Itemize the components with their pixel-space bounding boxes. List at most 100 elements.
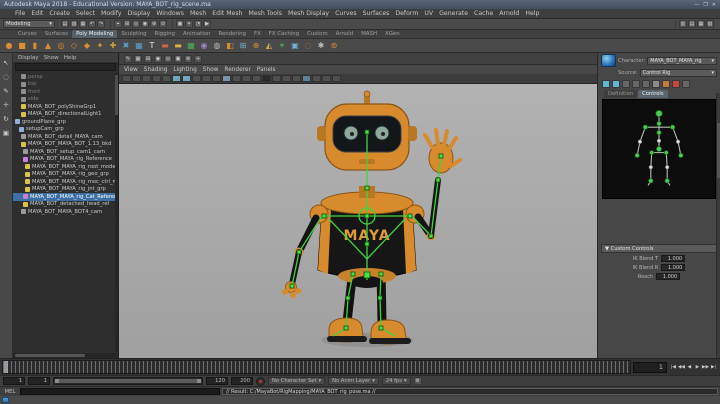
secondary-icon[interactable]: ◎ xyxy=(164,55,172,63)
panel-menu-item[interactable]: Panels xyxy=(257,67,276,73)
secondary-icon[interactable]: ✛ xyxy=(194,55,202,63)
viewport-toolbar-icon[interactable] xyxy=(122,75,131,82)
character-map[interactable] xyxy=(602,99,716,199)
shelf-tab[interactable]: Curves xyxy=(14,30,41,38)
panel-menu-item[interactable]: Shading xyxy=(144,67,168,73)
quad-draw[interactable]: ▦ xyxy=(185,40,197,52)
menu-item[interactable]: Windows xyxy=(153,10,187,17)
render-icon[interactable]: ✶ xyxy=(185,20,193,28)
anim-layer-menu[interactable]: No Anim Layer▾ xyxy=(328,377,379,385)
custom-controls-header[interactable]: ▼ Custom Controls xyxy=(601,244,717,253)
shelf-tab[interactable]: Sculpting xyxy=(117,30,150,38)
viewport-toolbar-icon[interactable] xyxy=(272,75,281,82)
multi-cut[interactable]: ◉ xyxy=(198,40,210,52)
outliner-item[interactable]: top xyxy=(13,81,118,89)
sidebar-toggle-icon[interactable]: ▤ xyxy=(688,20,696,28)
viewport-toolbar-icon[interactable] xyxy=(142,75,151,82)
secondary-icon[interactable]: ▣ xyxy=(174,55,182,63)
menu-item[interactable]: Cache xyxy=(471,10,496,17)
shelf-tab[interactable]: Rendering xyxy=(214,30,250,38)
type-tool[interactable]: T xyxy=(146,40,158,52)
scale-tool[interactable]: ▣ xyxy=(1,128,11,137)
poly-cylinder[interactable]: ▮ xyxy=(29,40,41,52)
character-set-menu[interactable]: No Character Set▾ xyxy=(268,377,325,385)
secondary-icon[interactable]: ◉ xyxy=(154,55,162,63)
viewport-toolbar-icon[interactable] xyxy=(172,75,181,82)
command-input[interactable] xyxy=(20,388,220,395)
outliner-item[interactable]: MAYA_BOT_MAYA_BOT4_cam xyxy=(13,208,118,216)
viewport-toolbar-icon[interactable] xyxy=(322,75,331,82)
character-controls-icon[interactable] xyxy=(662,80,670,88)
character-controls-icon[interactable] xyxy=(672,80,680,88)
panel-menu-item[interactable]: Show xyxy=(203,67,219,73)
snap-icon[interactable]: ◎ xyxy=(132,20,140,28)
menu-item[interactable]: Edit Mesh xyxy=(209,10,245,17)
lasso-tool[interactable]: ◌ xyxy=(1,72,11,81)
menu-set-selector[interactable]: Modeling▾ xyxy=(3,20,55,28)
sidebar-toggle-icon[interactable]: ▦ xyxy=(697,20,705,28)
window-button[interactable]: — xyxy=(694,2,699,8)
bevel[interactable]: ◧ xyxy=(224,40,236,52)
character-controls-tab[interactable]: Definition xyxy=(604,90,637,98)
time-slider-ticks[interactable] xyxy=(2,360,631,374)
viewport-toolbar-icon[interactable] xyxy=(332,75,341,82)
playback-button[interactable]: ▶ xyxy=(694,362,701,373)
shelf-tab[interactable]: Rigging xyxy=(151,30,179,38)
shelf-tab[interactable]: Custom xyxy=(303,30,332,38)
outliner-item[interactable]: MAYA_BOT_MAYA_rig_geo_grp xyxy=(13,171,118,179)
outliner-menu-item[interactable]: Help xyxy=(64,55,77,61)
character-controls-icon[interactable] xyxy=(602,80,610,88)
outliner-item[interactable]: MAYA_BOT_detached_head_ref xyxy=(13,201,118,209)
snap-icon[interactable]: ⊘ xyxy=(159,20,167,28)
window-button[interactable]: ❐ xyxy=(703,2,707,8)
status-icon[interactable]: ▤ xyxy=(61,20,69,28)
poly-prism[interactable]: ◆ xyxy=(81,40,93,52)
outliner-menu-item[interactable]: Show xyxy=(44,55,59,61)
menu-item[interactable]: Help xyxy=(522,10,542,17)
menu-item[interactable]: Select xyxy=(73,10,98,17)
panel-menu-item[interactable]: Renderer xyxy=(224,67,250,73)
current-frame-field[interactable]: 1 xyxy=(633,362,667,373)
outliner-hscrollbar[interactable] xyxy=(13,353,118,358)
menu-item[interactable]: Deform xyxy=(392,10,421,17)
viewport-toolbar-icon[interactable] xyxy=(302,75,311,82)
outliner-item[interactable]: MAYA_BOT_directionalLight1 xyxy=(13,111,118,119)
render-icon[interactable]: ▣ xyxy=(176,20,184,28)
poly-plane[interactable]: ◇ xyxy=(68,40,80,52)
poly-cube[interactable]: ■ xyxy=(16,40,28,52)
character-controls-icon[interactable] xyxy=(642,80,650,88)
viewport-toolbar-icon[interactable] xyxy=(162,75,171,82)
shelf-tab[interactable]: FX xyxy=(250,30,265,38)
shelf-tab[interactable]: Arnold xyxy=(332,30,357,38)
grid-fill[interactable]: ▣ xyxy=(289,40,301,52)
custom-control-value[interactable]: 1.000 xyxy=(656,273,680,280)
combine[interactable]: ✖ xyxy=(120,40,132,52)
viewport-toolbar-icon[interactable] xyxy=(152,75,161,82)
outliner-item[interactable]: front xyxy=(13,88,118,96)
viewport-canvas[interactable]: MAYA xyxy=(119,84,597,358)
menu-item[interactable]: Arnold xyxy=(496,10,522,17)
playback-button[interactable]: ◀ xyxy=(686,362,693,373)
menu-item[interactable]: Mesh Display xyxy=(285,10,332,17)
poly-sphere[interactable]: ● xyxy=(3,40,15,52)
secondary-icon[interactable]: ✎ xyxy=(124,55,132,63)
range-slider[interactable] xyxy=(53,377,203,385)
playback-start-field[interactable]: 1 xyxy=(28,377,50,385)
snap-icon[interactable]: ⊕ xyxy=(150,20,158,28)
menu-item[interactable]: Curves xyxy=(332,10,359,17)
poly-platonic[interactable]: ✦ xyxy=(94,40,106,52)
bridge[interactable]: ⊞ xyxy=(237,40,249,52)
character-controls-icon[interactable] xyxy=(652,80,660,88)
outliner-item[interactable]: MAYA_BOT_MAYA_BOT_1.13_bkd xyxy=(13,141,118,149)
viewport-toolbar-icon[interactable] xyxy=(232,75,241,82)
window-button[interactable]: ✕ xyxy=(712,2,716,8)
menu-item[interactable]: Mesh Tools xyxy=(246,10,286,17)
right-scrollbar[interactable] xyxy=(716,93,720,358)
outliner-item[interactable]: MAYA_BOT_detail_MAYA_cam xyxy=(13,133,118,141)
secondary-icon[interactable]: ▦ xyxy=(134,55,142,63)
outliner-item[interactable]: MAYA_BOT_setup_cam1_cam xyxy=(13,148,118,156)
status-icon[interactable]: ↶ xyxy=(88,20,96,28)
shelf-tab[interactable]: Surfaces xyxy=(41,30,72,38)
outliner-item[interactable]: MAYA_BOT_MAYA_rig_jnt_grp xyxy=(13,186,118,194)
animation-preferences-icon[interactable]: ⚙ xyxy=(414,377,422,385)
